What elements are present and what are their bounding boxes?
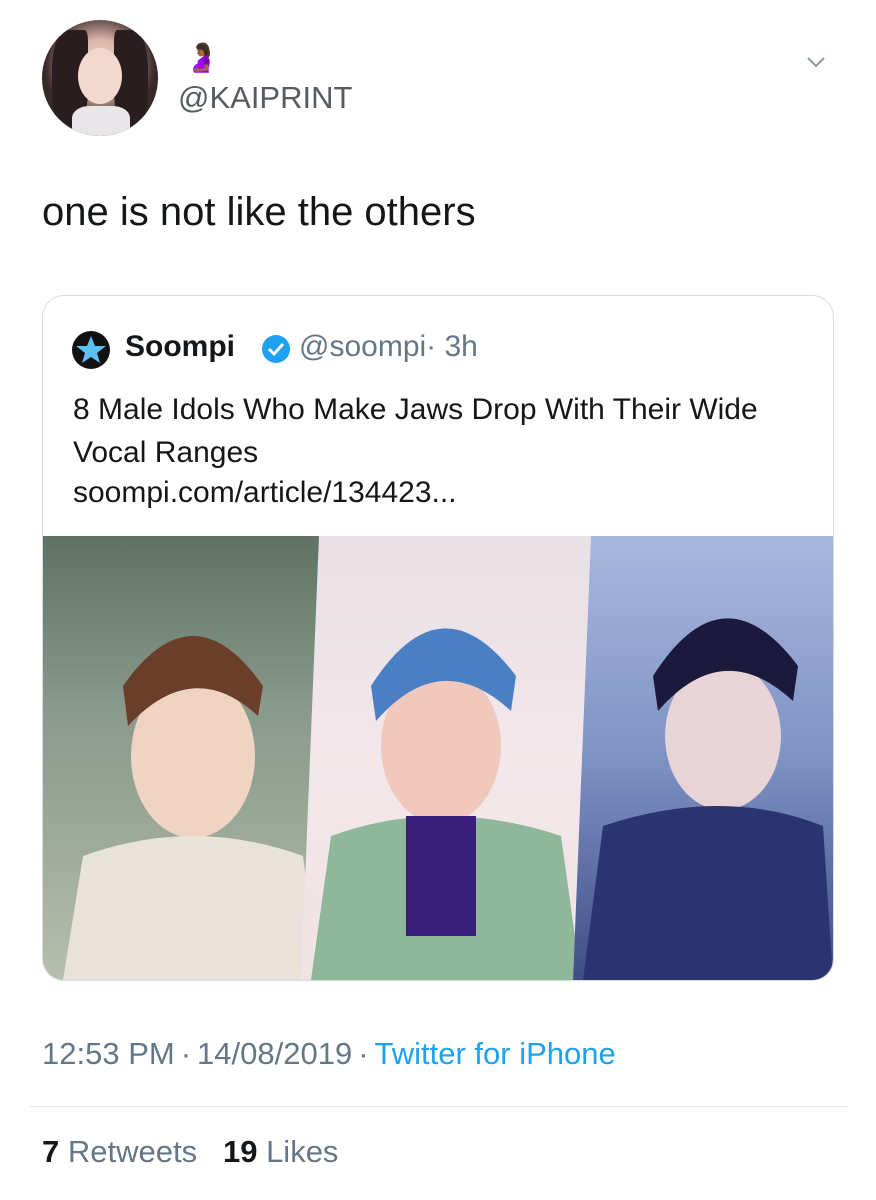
chevron-down-icon[interactable] xyxy=(806,52,826,72)
retweets-stat[interactable]: 7 Retweets xyxy=(42,1134,197,1169)
retweets-label: Retweets xyxy=(67,1134,198,1169)
quoted-time: · 3h xyxy=(426,330,478,363)
author-avatar[interactable] xyxy=(42,20,158,136)
quoted-meta: @soompi· 3h xyxy=(299,330,478,364)
avatar-shirt xyxy=(72,106,130,136)
avatar-face xyxy=(78,48,122,104)
tweet-date: 14/08/2019 xyxy=(197,1036,353,1071)
soompi-logo-icon xyxy=(72,331,110,369)
tweet-time: 12:53 PM xyxy=(42,1036,175,1071)
likes-stat[interactable]: 19 Likes xyxy=(223,1134,338,1169)
author-name-emoji[interactable]: 🤰🏾 xyxy=(184,38,219,78)
tweet-stats: 7 Retweets 19 Likes xyxy=(42,1134,338,1170)
quoted-author-name[interactable]: Soompi xyxy=(125,330,235,364)
verified-badge-icon xyxy=(262,335,290,363)
tweet-source-link[interactable]: Twitter for iPhone xyxy=(375,1036,616,1071)
quoted-photo-collage[interactable] xyxy=(43,536,833,980)
separator: · xyxy=(358,1036,369,1071)
retweets-count: 7 xyxy=(42,1134,60,1169)
tweet-timestamp[interactable]: 12:53 PM · 14/08/2019 · Twitter for iPhone xyxy=(42,1036,616,1072)
photo-right xyxy=(573,536,833,980)
divider xyxy=(30,1106,848,1107)
separator: · xyxy=(180,1036,192,1071)
quoted-link[interactable]: soompi.com/article/134423... xyxy=(73,476,457,510)
likes-count: 19 xyxy=(222,1134,258,1169)
quoted-handle[interactable]: @soompi xyxy=(299,330,426,363)
photo-left xyxy=(43,536,319,980)
quoted-tweet-card[interactable]: Soompi @soompi· 3h 8 Male Idols Who Make… xyxy=(42,295,834,981)
tweet-text: one is not like the others xyxy=(42,190,476,234)
photo-middle xyxy=(301,536,591,980)
author-handle[interactable]: @KAIPRINT xyxy=(178,80,352,116)
likes-label: Likes xyxy=(266,1134,339,1169)
quoted-headline: 8 Male Idols Who Make Jaws Drop With The… xyxy=(73,393,758,469)
